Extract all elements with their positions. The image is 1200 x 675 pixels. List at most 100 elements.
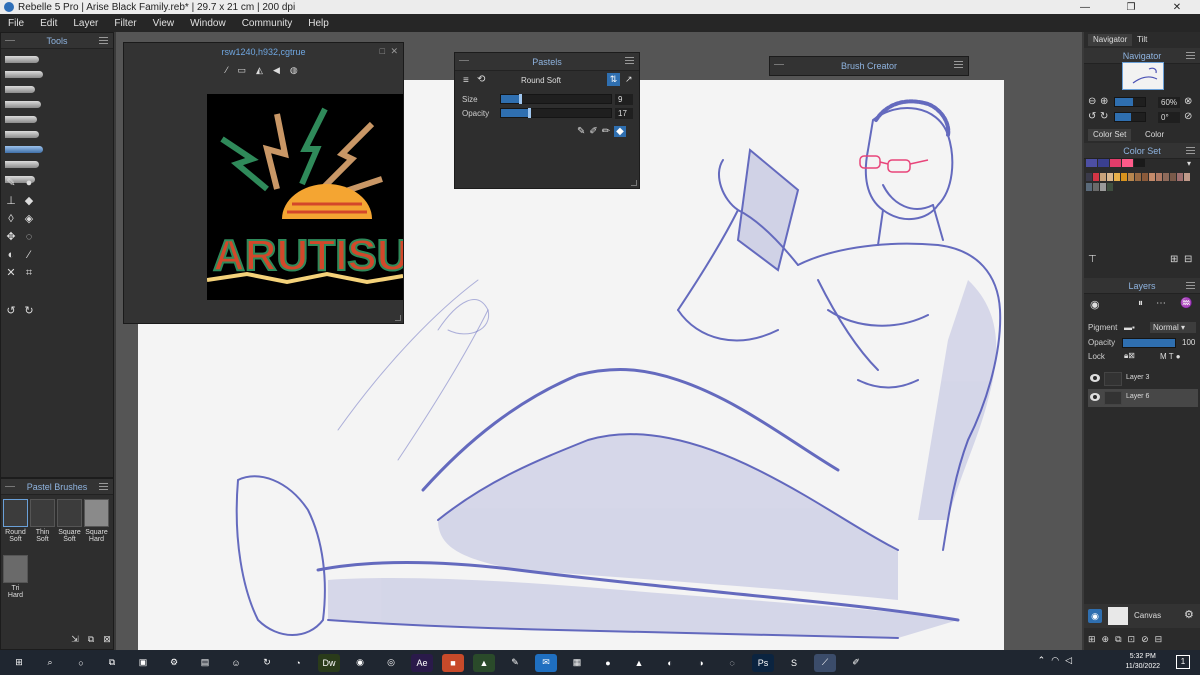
navigator-thumbnail[interactable] — [1122, 62, 1164, 90]
app-triangle-icon[interactable]: ▲ — [628, 654, 650, 672]
color-swatch[interactable] — [1107, 173, 1113, 181]
duplicate-layer-icon[interactable]: ⧉ — [1115, 634, 1121, 645]
opacity-slider[interactable] — [500, 108, 612, 118]
brush-tool-pastel[interactable] — [3, 143, 43, 156]
color-swatch[interactable] — [1121, 173, 1127, 181]
menu-icon[interactable] — [99, 37, 108, 44]
opacity-value[interactable]: 17 — [615, 108, 633, 119]
color-picker-icon[interactable]: ⊤ — [1088, 254, 1097, 265]
crop-icon[interactable]: ⌗ — [23, 267, 35, 279]
wifi-icon[interactable]: ◠ — [1051, 655, 1059, 666]
layer-opacity-value[interactable]: 100 — [1182, 338, 1195, 347]
remove-color-icon[interactable]: ⊟ — [1184, 254, 1192, 265]
redo-icon[interactable]: ↻ — [23, 305, 35, 317]
menu-view[interactable]: View — [145, 18, 183, 29]
resize-handle[interactable] — [395, 315, 401, 321]
blend-mode-icon[interactable]: ✐ — [589, 126, 597, 137]
color-swatch[interactable] — [1156, 173, 1162, 181]
reset-icon[interactable]: ⟲ — [477, 74, 485, 85]
water-icon[interactable]: ◊ — [5, 213, 17, 225]
photoshop-icon[interactable]: Ps — [752, 653, 774, 672]
blend-mode-select[interactable]: Normal ▾ — [1150, 322, 1196, 333]
layer-row-3[interactable]: Layer 3 — [1088, 370, 1198, 388]
layer-opacity-slider[interactable] — [1122, 338, 1176, 348]
pigment-icon[interactable]: ▬▪ — [1124, 323, 1135, 332]
color-swatch[interactable] — [1086, 159, 1097, 167]
tab-tilt[interactable]: Tilt — [1132, 34, 1152, 46]
brush-preset-square-soft[interactable]: Square Soft — [57, 499, 82, 549]
brush-preset-thin-soft[interactable]: Thin Soft — [30, 499, 55, 549]
brush-preset-square-hard[interactable]: Square Hard — [84, 499, 109, 549]
app-green-icon[interactable]: ▲ — [473, 653, 495, 672]
perspective-icon[interactable]: ◀ — [273, 65, 280, 76]
stencil-icon[interactable]: ◈ — [23, 213, 35, 225]
app-messenger-icon[interactable]: ◑ — [690, 654, 712, 672]
undo-icon[interactable]: ↺ — [5, 305, 17, 317]
pause-icon[interactable]: ⏸ — [1138, 298, 1143, 309]
menu-icon[interactable] — [625, 57, 634, 64]
tab-color[interactable]: Color — [1140, 129, 1169, 141]
dreamweaver-icon[interactable]: Dw — [318, 653, 340, 672]
dropdown-icon[interactable]: ▾ — [1187, 159, 1191, 168]
restore-icon[interactable]: □ — [380, 46, 385, 56]
store-icon[interactable]: ▣ — [132, 654, 154, 672]
import-icon[interactable]: ⇲ — [69, 633, 81, 645]
brush-style-icon[interactable]: ↗ — [625, 74, 633, 85]
brush-tool-2[interactable] — [3, 68, 43, 81]
brush-tool-1[interactable] — [3, 53, 43, 66]
brush-tool-8[interactable] — [3, 158, 43, 171]
brush-settings-icon[interactable]: ≡ — [463, 75, 469, 86]
cortana-icon[interactable]: ○ — [70, 654, 92, 672]
flip-icon[interactable]: ⊘ — [1184, 111, 1192, 122]
canvas-settings-icon[interactable]: ⚙ — [1184, 608, 1194, 621]
close-button[interactable]: ✕ — [1154, 0, 1200, 14]
rotation-slider[interactable] — [1114, 112, 1146, 122]
wet-layer-icon[interactable]: ⋯ — [1156, 298, 1166, 309]
tab-color-set[interactable]: Color Set — [1088, 129, 1132, 141]
menu-help[interactable]: Help — [300, 18, 337, 29]
firefox-icon[interactable]: ◉ — [349, 654, 371, 672]
color-swatch[interactable] — [1086, 173, 1092, 181]
menu-icon[interactable] — [1186, 52, 1195, 59]
sync-icon[interactable]: ↻ — [256, 654, 278, 672]
menu-icon[interactable] — [99, 483, 108, 490]
fill-icon[interactable]: ◐ — [5, 249, 17, 261]
fit-screen-icon[interactable]: ⊗ — [1184, 96, 1192, 107]
pencil-icon[interactable]: ✎ — [5, 177, 17, 189]
size-value[interactable]: 9 — [615, 94, 633, 105]
app-circle-icon[interactable]: ● — [597, 654, 619, 672]
menu-edit[interactable]: Edit — [32, 18, 65, 29]
tray-expand-icon[interactable]: ⌃ — [1038, 655, 1046, 666]
color-swatch[interactable] — [1086, 183, 1092, 191]
color-swatch[interactable] — [1114, 173, 1120, 181]
after-effects-icon[interactable]: Ae — [411, 653, 433, 672]
app-dark-icon[interactable]: ◐ — [659, 654, 681, 672]
color-swatch[interactable] — [1149, 173, 1155, 181]
color-swatch[interactable] — [1134, 159, 1145, 167]
zoom-value[interactable]: 60% — [1158, 97, 1180, 108]
rotation-value[interactable]: 0° — [1158, 112, 1180, 123]
color-swatch[interactable] — [1184, 173, 1190, 181]
color-swatch[interactable] — [1142, 173, 1148, 181]
color-swatch[interactable] — [1098, 159, 1109, 167]
stamp-icon[interactable]: ⊥ — [5, 195, 17, 207]
app-photo-icon[interactable]: ▦ — [566, 654, 588, 672]
edge-icon[interactable]: ◔ — [287, 654, 309, 672]
menu-filter[interactable]: Filter — [106, 18, 144, 29]
layer-visibility-icon[interactable]: ◉ — [1090, 298, 1100, 311]
color-swatch[interactable] — [1100, 173, 1106, 181]
menu-window[interactable]: Window — [182, 18, 234, 29]
lock-icon[interactable]: 🔒︎⊠ — [1124, 351, 1135, 361]
task-view-icon[interactable]: ⧉ — [101, 654, 123, 672]
duplicate-icon[interactable]: ⧉ — [85, 633, 97, 645]
notifications-icon[interactable]: 1 — [1176, 655, 1190, 669]
zoom-slider[interactable] — [1114, 97, 1146, 107]
brush-preset-round-soft[interactable]: Round Soft — [3, 499, 28, 549]
minimize-button[interactable]: — — [1062, 0, 1108, 14]
color-swatch[interactable] — [1107, 183, 1113, 191]
chrome-icon[interactable]: ◎ — [380, 654, 402, 672]
mail-icon[interactable]: ✉ — [535, 653, 557, 672]
dry-layer-icon[interactable]: ♒ — [1180, 298, 1192, 309]
opacity-slider-knob[interactable] — [527, 108, 531, 118]
menu-icon[interactable] — [1186, 147, 1195, 154]
